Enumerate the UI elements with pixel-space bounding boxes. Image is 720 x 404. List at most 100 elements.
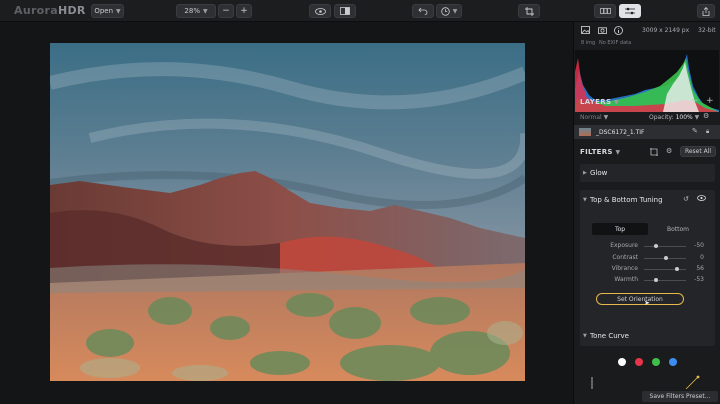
slider-track[interactable]	[644, 256, 686, 260]
curve-graph	[591, 375, 700, 390]
slider-value: -50	[694, 242, 704, 249]
layer-thumbnail	[579, 128, 591, 136]
glow-filter[interactable]: ▶ Glow	[580, 164, 715, 182]
tab-bottom[interactable]: Bottom	[650, 223, 706, 235]
eye-icon	[697, 195, 706, 201]
slider-knob[interactable]	[664, 256, 668, 260]
cursor-icon: ➤	[644, 299, 650, 307]
mask-button[interactable]	[650, 148, 658, 158]
slider-value: -53	[694, 276, 704, 283]
undo-button[interactable]	[412, 4, 434, 18]
mask-icon	[650, 148, 658, 156]
toggle-visibility-button[interactable]	[697, 195, 706, 203]
info-icon	[613, 25, 623, 35]
slider-label: Warmth	[614, 276, 638, 283]
layers-title: LAYERS ▼	[580, 98, 619, 106]
presets-panel-button[interactable]	[594, 4, 616, 18]
zoom-in-button[interactable]: +	[236, 4, 252, 18]
clock-icon	[440, 6, 450, 16]
slider-label: Contrast	[612, 254, 638, 261]
layer-name: _DSC6172_1.TIF	[596, 129, 645, 136]
camera-icon	[597, 27, 607, 34]
chevron-down-icon[interactable]: ▼	[614, 99, 619, 106]
channel-green-dot[interactable]	[652, 358, 660, 366]
save-preset-label: Save Filters Preset...	[649, 393, 711, 400]
tab-top-label: Top	[614, 225, 626, 233]
layer-settings-button[interactable]: ⚙	[703, 112, 709, 120]
chevron-down-icon: ▼	[116, 7, 121, 15]
set-orientation-button[interactable]: Set Orientation	[596, 293, 684, 305]
chevron-down-icon: ▼	[694, 114, 700, 121]
slider-track[interactable]	[644, 244, 686, 248]
compare-button[interactable]	[334, 4, 356, 18]
exif-tab[interactable]	[596, 24, 608, 36]
tab-bottom-label: Bottom	[666, 225, 689, 233]
zoom-value: 28%	[184, 7, 200, 15]
tone-curve-editor[interactable]	[590, 374, 700, 390]
tb-title: Top & Bottom Tuning	[590, 196, 663, 204]
logo-suffix: HDR	[57, 4, 86, 17]
slider-track[interactable]	[644, 278, 686, 282]
image-dimensions: 3009 x 2149 px	[642, 27, 690, 34]
slider-knob[interactable]	[654, 278, 658, 282]
lock-icon[interactable]: 🔒︎	[706, 128, 709, 136]
tone-curve-title: Tone Curve	[590, 332, 629, 340]
eye-icon	[314, 7, 326, 15]
slider-value: 0	[700, 254, 704, 261]
history-button[interactable]: ▼	[436, 4, 462, 18]
reset-filter-button[interactable]: ↺	[683, 195, 689, 203]
slider-label: Vibrance	[611, 265, 638, 272]
slider-track[interactable]	[644, 267, 686, 271]
set-orientation-label: Set Orientation	[617, 295, 663, 303]
filter-settings-button[interactable]: ⚙	[666, 147, 672, 155]
photo-preview	[50, 43, 525, 381]
open-button[interactable]: Open ▼	[91, 4, 124, 18]
app-logo: AuroraHDR	[14, 4, 86, 17]
tab-top[interactable]: Top	[592, 223, 648, 235]
open-label: Open	[94, 7, 114, 15]
slider-label: Exposure	[610, 242, 638, 249]
brush-icon[interactable]: ✎	[692, 127, 698, 135]
bit-depth: 32-bit	[698, 27, 716, 34]
share-icon	[702, 6, 710, 16]
share-button[interactable]	[697, 4, 715, 18]
chevron-down-icon[interactable]: ▼	[583, 197, 587, 203]
blend-mode-select[interactable]: Normal ▼	[580, 114, 608, 121]
add-layer-button[interactable]: +	[706, 96, 714, 106]
channel-blue-dot[interactable]	[669, 358, 677, 366]
reset-all-button[interactable]: Reset All	[680, 146, 716, 157]
remove-layer-button[interactable]: −	[691, 96, 699, 106]
image-info-tab[interactable]	[579, 24, 591, 36]
undo-icon: ↺	[683, 195, 689, 203]
slider-value: 56	[696, 265, 704, 272]
chevron-down-icon: ▼	[452, 7, 458, 15]
presets-icon	[599, 8, 611, 14]
chevron-right-icon: ▶	[583, 170, 587, 176]
save-filters-preset-button[interactable]: Save Filters Preset...	[642, 391, 718, 402]
plus-icon: +	[240, 6, 248, 16]
plus-icon: +	[706, 96, 714, 106]
chevron-down-icon[interactable]: ▼	[616, 149, 621, 156]
logo-prefix: Aurora	[14, 4, 58, 17]
layer-row[interactable]: _DSC6172_1.TIF ✎ 🔒︎	[574, 125, 720, 139]
slider-knob[interactable]	[654, 244, 658, 248]
tone-curve-filter[interactable]: ▼ Tone Curve	[580, 326, 715, 346]
opacity-control[interactable]: Opacity: 100% ▼	[649, 114, 699, 121]
zoom-select[interactable]: 28% ▼	[176, 4, 216, 18]
channel-red-dot[interactable]	[635, 358, 643, 366]
preview-button[interactable]	[309, 4, 331, 18]
channel-rgb-dot[interactable]	[618, 358, 626, 366]
image-canvas[interactable]	[0, 22, 573, 404]
adjustments-panel-button[interactable]	[619, 4, 641, 18]
sliders-icon	[625, 7, 635, 15]
zoom-out-button[interactable]: −	[218, 4, 234, 18]
crop-icon	[524, 6, 534, 16]
filters-title-label: FILTERS	[580, 148, 613, 156]
split-view-icon	[340, 7, 350, 15]
crop-button[interactable]	[518, 4, 540, 18]
glow-title: Glow	[590, 169, 608, 177]
top-toolbar: AuroraHDR Open ▼ 28% ▼ − + ▼	[0, 0, 720, 22]
filters-title: FILTERS ▼	[580, 148, 620, 156]
info-tab[interactable]	[612, 24, 624, 36]
slider-knob[interactable]	[675, 267, 679, 271]
